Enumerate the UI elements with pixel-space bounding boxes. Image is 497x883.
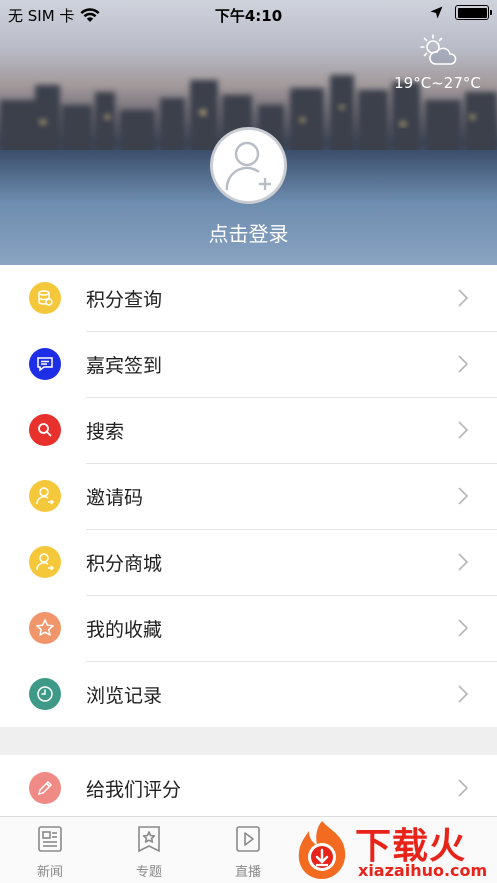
login-label[interactable]: 点击登录 xyxy=(0,218,497,247)
chevron-right-icon xyxy=(458,619,469,637)
menu-item-invite-code[interactable]: 邀请码 xyxy=(0,463,497,529)
menu-item-points-mall[interactable]: 积分商城 xyxy=(0,529,497,595)
menu-item-points-query[interactable]: 积分查询 xyxy=(0,265,497,331)
menu-item-rate-us[interactable]: 给我们评分 xyxy=(0,755,497,821)
topic-star-icon xyxy=(138,826,160,853)
weather-widget[interactable]: 19°C~27°C xyxy=(390,34,485,92)
clock-icon xyxy=(29,678,61,710)
add-user-avatar-icon xyxy=(225,141,271,190)
menu-item-search[interactable]: 搜索 xyxy=(0,397,497,463)
menu-item-history[interactable]: 浏览记录 xyxy=(0,661,497,727)
news-icon xyxy=(38,826,62,852)
menu-item-label: 积分查询 xyxy=(86,288,163,311)
user-share-icon xyxy=(29,480,61,512)
chevron-right-icon xyxy=(458,553,469,571)
avatar[interactable] xyxy=(210,127,287,204)
status-time: 下午4:10 xyxy=(214,7,283,25)
chevron-right-icon xyxy=(458,355,469,373)
menu-item-label: 浏览记录 xyxy=(86,684,163,707)
message-icon xyxy=(29,348,61,380)
chevron-right-icon xyxy=(458,289,469,307)
location-arrow-icon xyxy=(430,6,443,19)
chevron-right-icon xyxy=(458,779,469,797)
menu-item-label: 邀请码 xyxy=(86,486,144,509)
user-share-icon xyxy=(29,546,61,578)
search-icon xyxy=(29,414,61,446)
watermark-logo: 下载火 xiazaihuo.com xyxy=(291,817,497,883)
menu-item-label: 我的收藏 xyxy=(86,618,163,641)
partly-cloudy-icon xyxy=(419,34,456,65)
watermark-url: xiazaihuo.com xyxy=(358,861,488,880)
menu-item-label: 给我们评分 xyxy=(86,778,182,801)
menu-item-favorites[interactable]: 我的收藏 xyxy=(0,595,497,661)
tab-news[interactable]: 新闻 xyxy=(20,825,80,880)
status-bar: 无 SIM 卡 下午4:10 xyxy=(0,0,497,28)
menu-item-label: 搜索 xyxy=(86,420,125,443)
pencil-icon xyxy=(29,772,61,804)
star-icon xyxy=(29,612,61,644)
rating-menu: 给我们评分 xyxy=(0,755,497,821)
tab-topics[interactable]: 专题 xyxy=(119,825,179,880)
chevron-right-icon xyxy=(458,487,469,505)
battery-icon xyxy=(455,5,492,20)
section-divider xyxy=(0,727,497,755)
menu-item-label: 嘉宾签到 xyxy=(86,354,163,377)
menu-item-label: 积分商城 xyxy=(86,552,163,575)
chevron-right-icon xyxy=(458,685,469,703)
coins-icon xyxy=(29,282,61,314)
profile-header: 无 SIM 卡 下午4:10 19°C~27°C 点击登录 xyxy=(0,0,497,265)
tab-live[interactable]: 直播 xyxy=(218,825,278,880)
settings-menu: 积分查询 嘉宾签到 搜索 邀请码 积分商城 我的收藏 浏览记录 xyxy=(0,265,497,727)
menu-item-guest-checkin[interactable]: 嘉宾签到 xyxy=(0,331,497,397)
flame-logo-icon xyxy=(298,821,346,879)
chevron-right-icon xyxy=(458,421,469,439)
temperature-label: 19°C~27°C xyxy=(394,74,481,92)
play-icon xyxy=(236,826,260,852)
